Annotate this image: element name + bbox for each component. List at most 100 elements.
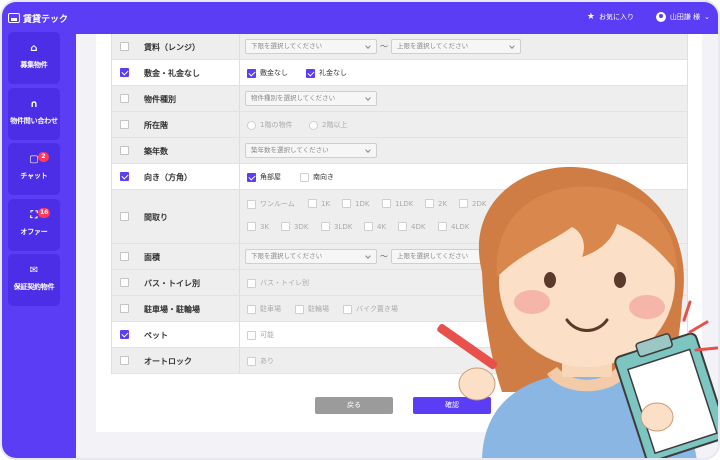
row-checkbox[interactable] (120, 252, 129, 261)
filter-row-type: 物件種別 物件種別を選択してください (112, 86, 687, 112)
layout-option[interactable]: 1K (308, 199, 330, 208)
checkbox[interactable] (342, 199, 351, 208)
row-checkbox[interactable] (120, 172, 129, 181)
checkbox[interactable] (247, 278, 256, 288)
option-pets-allowed[interactable]: 可能 (247, 330, 274, 340)
row-checkbox[interactable] (120, 304, 129, 313)
checkbox[interactable] (321, 222, 330, 231)
row-checkbox[interactable] (120, 278, 129, 287)
app-title: 賃貸テック (23, 14, 69, 25)
filter-label: 駐車場・駐輪場 (144, 305, 200, 314)
option-label: 1K (321, 199, 331, 208)
radio[interactable] (247, 120, 256, 130)
row-checkbox[interactable] (120, 330, 129, 339)
filter-label: オートロック (144, 357, 192, 366)
divider (239, 112, 240, 137)
layout-option[interactable]: 3K (247, 222, 269, 231)
option-first-floor[interactable]: 1階の物件 (247, 120, 292, 130)
option-label: 角部屋 (260, 173, 281, 181)
building-icon (8, 13, 20, 23)
option-label: 3LDK (334, 222, 353, 231)
checkbox[interactable] (247, 68, 256, 78)
option-second-floor-up[interactable]: 2階以上 (309, 120, 347, 130)
filter-label: 築年数 (144, 147, 168, 156)
option-no-deposit[interactable]: 敷金なし (247, 68, 288, 78)
checkbox[interactable] (247, 304, 256, 314)
checkbox[interactable] (247, 222, 256, 231)
layout-option[interactable]: ワンルーム (247, 199, 295, 209)
option-separate-bath[interactable]: バス・トイレ別 (247, 278, 309, 288)
radio[interactable] (309, 120, 318, 130)
divider (239, 270, 240, 295)
filter-row-floor: 所在階 1階の物件 2階以上 (112, 112, 687, 138)
property-type-select[interactable]: 物件種別を選択してください (245, 91, 377, 106)
chevron-down-icon: ⌄ (704, 13, 710, 21)
row-checkbox[interactable] (120, 42, 129, 51)
option-label: 4K (377, 222, 387, 231)
user-icon (655, 12, 666, 22)
row-checkbox[interactable] (120, 120, 129, 129)
option-no-key-money[interactable]: 礼金なし (306, 68, 347, 78)
checkbox[interactable] (247, 330, 256, 340)
divider (239, 138, 240, 163)
option-motorbike-parking[interactable]: バイク置き場 (343, 304, 398, 314)
checkbox[interactable] (247, 199, 256, 209)
user-menu[interactable]: 山田謙 様 ⌄ (655, 12, 710, 22)
rent-min-select[interactable]: 下限を選択してください (245, 39, 377, 54)
option-autolock[interactable]: あり (247, 356, 274, 366)
mail-icon: ✉ (29, 265, 39, 276)
row-checkbox[interactable] (120, 212, 129, 221)
sidebar-item-offers[interactable]: 16 ⛶ オファー (8, 199, 60, 251)
checkbox[interactable] (247, 356, 256, 366)
option-label: 駐車場 (260, 305, 281, 313)
checkbox[interactable] (364, 222, 373, 231)
layout-option[interactable]: 4K (364, 222, 386, 231)
layout-option[interactable]: 1DK (342, 199, 369, 208)
option-label: 南向き (313, 173, 334, 181)
checkbox[interactable] (281, 222, 290, 231)
row-checkbox[interactable] (120, 68, 129, 77)
sidebar-item-inquiries[interactable]: ∩ 物件問い合わせ (8, 88, 60, 140)
option-label: 1階の物件 (260, 121, 293, 129)
row-checkbox[interactable] (120, 356, 129, 365)
filter-label: 敷金・礼金なし (144, 69, 200, 78)
row-checkbox[interactable] (120, 94, 129, 103)
favorites-link[interactable]: ★ お気に入り (587, 12, 634, 22)
divider (239, 60, 240, 85)
option-label: バイク置き場 (356, 305, 398, 313)
checkbox[interactable] (343, 304, 352, 314)
checkbox[interactable] (306, 68, 315, 78)
layout-option[interactable]: 1LDK (382, 199, 413, 208)
checkbox[interactable] (300, 172, 309, 182)
option-label: 3K (260, 222, 270, 231)
checkbox[interactable] (398, 222, 407, 231)
divider (239, 348, 240, 373)
rent-max-select[interactable]: 上限を選択してください (391, 39, 521, 54)
filter-label: 向き（方角） (144, 173, 192, 182)
area-min-select[interactable]: 下限を選択してください (245, 249, 377, 264)
filter-row-rent: 賃料（レンジ） 下限を選択してください 〜 上限を選択してください (112, 34, 687, 60)
building-age-select[interactable]: 築年数を選択してください (245, 143, 377, 158)
option-bike-parking[interactable]: 駐輪場 (295, 304, 329, 314)
checkbox[interactable] (247, 172, 256, 182)
sidebar-item-label: 物件問い合わせ (10, 117, 58, 125)
favorites-label: お気に入り (599, 13, 634, 21)
layout-option[interactable]: 3LDK (321, 222, 352, 231)
sidebar-item-listings[interactable]: ⌂ 募集物件 (8, 32, 60, 84)
filter-row-deposit: 敷金・礼金なし 敷金なし 礼金なし (112, 60, 687, 86)
checkbox[interactable] (295, 304, 304, 314)
checkbox[interactable] (308, 199, 317, 208)
option-south-facing[interactable]: 南向き (300, 172, 334, 182)
app-logo[interactable]: 賃貸テック (8, 11, 68, 25)
option-car-parking[interactable]: 駐車場 (247, 304, 281, 314)
option-label: 1DK (355, 199, 370, 208)
sidebar-item-chat[interactable]: 2 ▢ チャット (8, 143, 60, 195)
sidebar-item-label: 募集物件 (20, 61, 48, 69)
option-corner-room[interactable]: 角部屋 (247, 172, 281, 182)
sidebar-item-guarantee[interactable]: ✉ 保証契約物件 (8, 254, 60, 306)
home-icon: ⌂ (30, 43, 38, 54)
layout-option[interactable]: 3DK (281, 222, 308, 231)
row-checkbox[interactable] (120, 146, 129, 155)
checkbox[interactable] (382, 199, 391, 208)
back-button[interactable]: 戻る (315, 397, 393, 414)
